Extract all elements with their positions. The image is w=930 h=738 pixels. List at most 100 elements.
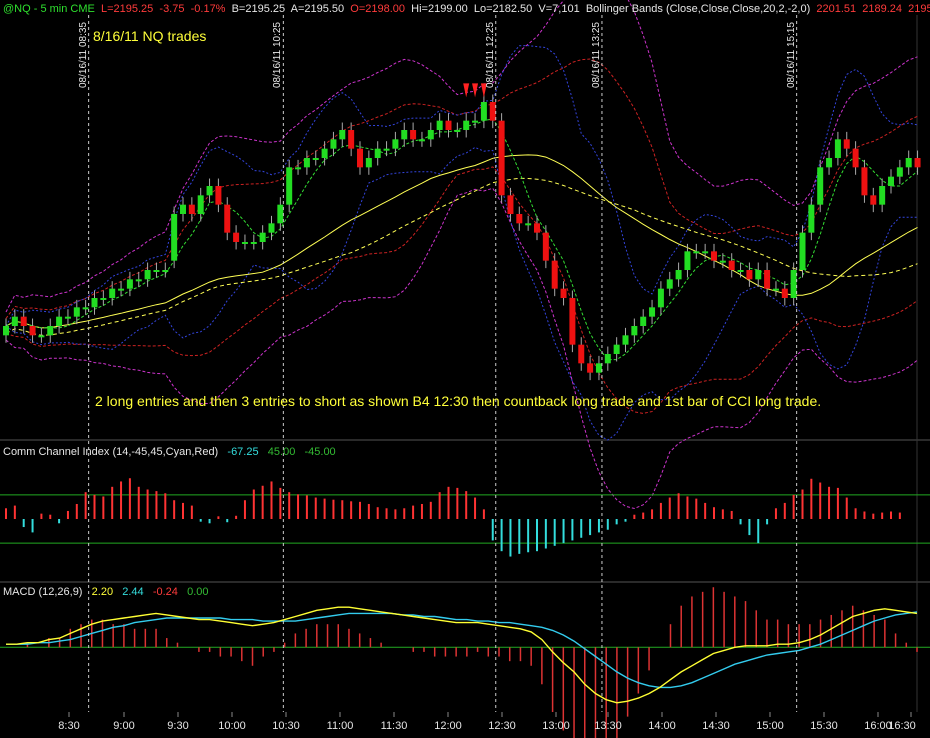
candle-body (888, 176, 894, 186)
candle-body (20, 316, 27, 326)
candle-body (197, 195, 204, 214)
open-price: O=2198.00 (350, 3, 406, 15)
candle-body (702, 251, 709, 254)
volume: V=7,101 (538, 3, 580, 15)
candle-body (879, 186, 886, 205)
bb-upper-value: 2201.51 (816, 3, 857, 15)
cci-upper: 45.00 (267, 446, 296, 458)
candle-body (233, 232, 240, 242)
net-change: -3.75 (159, 3, 185, 15)
cci-label: Comm Channel Index (14,-45,45,Cyan,Red) (3, 446, 219, 458)
candle-body (56, 316, 63, 326)
candle-body (436, 120, 443, 130)
low-price: Lo=2182.50 (473, 3, 533, 15)
x-tick-label: 14:00 (648, 720, 676, 732)
candle-body (790, 270, 797, 298)
candle-body (834, 139, 841, 158)
pct-change: -0.17% (190, 3, 226, 15)
candle-body (861, 167, 868, 196)
candle-body (489, 102, 496, 121)
chart-title-note: 8/16/11 NQ trades (93, 28, 207, 44)
candle-body (772, 288, 779, 291)
short-entry-arrow (472, 83, 479, 98)
candle-body (38, 335, 45, 338)
bb-outer-lower (5, 187, 918, 510)
candle-body (330, 139, 337, 149)
candle-body (746, 270, 753, 280)
macd-value: 2.20 (91, 586, 114, 598)
candle-body (737, 270, 744, 272)
candle-body (578, 344, 585, 364)
cci-value: -67.25 (227, 446, 259, 458)
x-tick-label: 15:30 (810, 720, 838, 732)
candle-body (365, 158, 372, 168)
candle-body (675, 270, 682, 280)
bb-outer-upper (5, 0, 918, 313)
x-tick-label: 13:30 (594, 720, 622, 732)
candle-body (498, 120, 505, 196)
candle-body (896, 167, 903, 177)
x-tick-label: 10:00 (218, 720, 246, 732)
x-tick-label: 9:30 (167, 720, 189, 732)
candle-body (870, 195, 877, 205)
cci-lower: -45.00 (304, 446, 336, 458)
bb-inner-upper (5, 58, 918, 319)
candle-body (303, 158, 310, 168)
candle-body (126, 279, 133, 289)
candle-body (507, 195, 514, 214)
candle-body (799, 232, 806, 270)
x-tick-label: 8:30 (58, 720, 80, 732)
candle-body (631, 326, 638, 336)
candle-body (64, 316, 71, 319)
candle-body (250, 242, 257, 244)
macd-label: MACD (12,26,9) (3, 586, 83, 598)
candle-body (339, 130, 346, 140)
candle-body (162, 270, 169, 272)
candle-body (542, 232, 549, 261)
ask-price: A=2195.50 (290, 3, 345, 15)
x-tick-label: 15:00 (756, 720, 784, 732)
x-tick-label: 11:00 (326, 720, 354, 732)
candle-body (569, 298, 576, 345)
candle-body (383, 148, 390, 151)
candle-body (755, 270, 762, 280)
candle-body (427, 130, 434, 140)
candle-body (826, 158, 833, 168)
x-tick-label: 9:00 (113, 720, 135, 732)
candle-body (666, 279, 673, 289)
macd-signal-value: 2.44 (122, 586, 144, 598)
candle-body (808, 204, 815, 233)
candle-body (613, 344, 620, 354)
candle-body (241, 242, 248, 244)
trade-marker-label: 08/16/11 15:15 (785, 22, 797, 88)
candle-body (719, 260, 726, 263)
macd-hist-value: -0.24 (152, 586, 178, 598)
cci-header: Comm Channel Index (14,-45,45,Cyan,Red) … (3, 446, 336, 458)
candle-body (640, 316, 647, 326)
candle-body (587, 363, 594, 373)
candle-body (206, 186, 213, 196)
macd-header: MACD (12,26,9) 2.20 2.44 -0.24 0.00 (3, 586, 209, 598)
bid-price: B=2195.25 (231, 3, 286, 15)
candle-body (454, 130, 461, 132)
candle-body (392, 139, 399, 149)
candle-body (3, 326, 9, 336)
bb-lower-value: 2189.24 (862, 3, 903, 15)
chart-comment-note: 2 long entries and then 3 entries to sho… (95, 393, 822, 409)
candle-body (73, 307, 80, 317)
candle-body (551, 260, 558, 289)
candle-body (764, 270, 771, 289)
candle-body (312, 158, 319, 160)
candle-body (153, 270, 160, 272)
x-tick-label: 16:30 (888, 720, 916, 732)
macd-zero-value: 0.00 (187, 586, 209, 598)
candle-body (82, 307, 89, 310)
candle-body (711, 251, 717, 261)
candle-body (817, 167, 824, 205)
x-tick-label: 10:30 (272, 720, 300, 732)
candle-body (595, 363, 602, 373)
candle-body (374, 148, 381, 158)
high-price: Hi=2199.00 (411, 3, 468, 15)
candle-body (622, 335, 629, 345)
candle-body (525, 223, 532, 226)
